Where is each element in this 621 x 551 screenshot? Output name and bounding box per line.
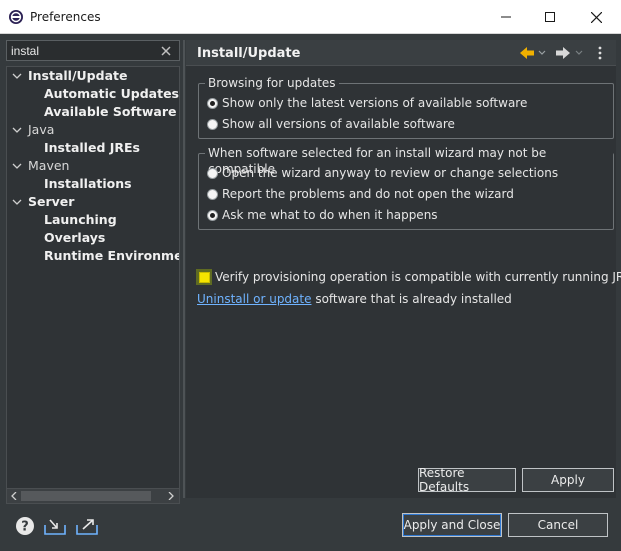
tree-item-install-update[interactable]: Install/Update <box>28 67 127 85</box>
radio-label: Show only the latest versions of availab… <box>222 96 528 110</box>
view-menu-icon <box>598 46 602 60</box>
tree-horizontal-scrollbar[interactable] <box>6 488 180 504</box>
eclipse-icon <box>9 10 23 24</box>
browsing-group: Browsing for updates Show only the lates… <box>198 75 614 139</box>
minimize-button[interactable] <box>483 0 529 34</box>
tree-item-available-software-sites[interactable]: Available Software Sites <box>44 103 179 121</box>
back-arrow-icon <box>520 47 546 59</box>
chevron-down-icon[interactable] <box>12 125 22 135</box>
radio-button[interactable] <box>207 188 218 200</box>
browsing-group-legend: Browsing for updates <box>205 75 339 91</box>
pane-divider[interactable] <box>183 40 185 498</box>
compatibility-group: When software selected for an install wi… <box>198 145 614 230</box>
close-icon <box>590 11 602 23</box>
chevron-down-icon[interactable] <box>12 197 22 207</box>
tree-item-java[interactable]: Java <box>28 121 54 139</box>
radio-label: Report the problems and do not open the … <box>222 187 514 201</box>
forward-arrow-icon <box>556 47 583 59</box>
apply-and-close-button[interactable]: Apply and Close <box>402 513 502 537</box>
tree-item-overlays[interactable]: Overlays <box>44 229 105 247</box>
minimize-icon <box>501 16 511 18</box>
checkbox-highlight <box>196 269 212 285</box>
scrollbar-thumb[interactable] <box>21 491 151 501</box>
uninstall-row: Uninstall or update software that is alr… <box>197 292 512 306</box>
chevron-down-icon[interactable] <box>12 161 22 171</box>
radio-label: Open the wizard anyway to review or chan… <box>222 166 559 180</box>
radio-report-problems[interactable]: Report the problems and do not open the … <box>207 185 514 203</box>
tree-item-automatic-updates[interactable]: Automatic Updates <box>44 85 179 103</box>
uninstall-link[interactable]: Uninstall or update <box>197 292 312 306</box>
radio-button[interactable] <box>207 97 218 109</box>
verify-provisioning-checkbox[interactable] <box>198 271 210 283</box>
dialog-client: Install/Update Automatic Updates Availab… <box>0 34 621 551</box>
maximize-button[interactable] <box>527 0 573 34</box>
radio-latest-versions[interactable]: Show only the latest versions of availab… <box>207 94 527 112</box>
tree-item-launching[interactable]: Launching <box>44 211 117 229</box>
forward-button[interactable] <box>556 44 584 62</box>
close-button[interactable] <box>573 0 619 34</box>
export-icon[interactable] <box>76 515 98 537</box>
filter-input[interactable] <box>6 40 180 61</box>
window-title: Preferences <box>30 10 101 24</box>
tree-item-server[interactable]: Server <box>28 193 74 211</box>
page-title: Install/Update <box>197 46 301 61</box>
verify-provisioning-label: Verify provisioning operation is compati… <box>215 270 621 284</box>
radio-button[interactable] <box>207 118 218 130</box>
radio-open-wizard[interactable]: Open the wizard anyway to review or chan… <box>207 164 558 182</box>
radio-label: Ask me what to do when it happens <box>222 208 438 222</box>
apply-button[interactable]: Apply <box>522 468 614 492</box>
tree-item-installations[interactable]: Installations <box>44 175 132 193</box>
maximize-icon <box>545 12 555 22</box>
scroll-left-icon[interactable] <box>8 490 20 502</box>
preference-tree: Install/Update Automatic Updates Availab… <box>6 66 180 504</box>
help-icon[interactable]: ? <box>14 515 36 537</box>
preference-page: Install/Update Browsing for updates Show… <box>186 40 621 498</box>
radio-all-versions[interactable]: Show all versions of available software <box>207 115 455 133</box>
restore-defaults-button[interactable]: Restore Defaults <box>418 466 516 494</box>
title-bar: Preferences <box>0 0 621 34</box>
uninstall-text: software that is already installed <box>311 292 512 306</box>
import-icon[interactable] <box>44 515 66 537</box>
radio-button[interactable] <box>207 167 218 179</box>
radio-label: Show all versions of available software <box>222 117 455 131</box>
radio-ask-me[interactable]: Ask me what to do when it happens <box>207 206 438 224</box>
verify-provisioning-checkbox-row[interactable]: Verify provisioning operation is compati… <box>196 268 621 286</box>
tree-item-installed-jres[interactable]: Installed JREs <box>44 139 140 157</box>
back-button[interactable] <box>520 44 546 62</box>
page-header: Install/Update <box>186 40 616 66</box>
chevron-down-icon[interactable] <box>12 71 22 81</box>
preference-navigator: Install/Update Automatic Updates Availab… <box>6 40 180 504</box>
scroll-right-icon[interactable] <box>165 490 177 502</box>
clear-icon[interactable] <box>160 45 172 57</box>
radio-button[interactable] <box>207 209 218 221</box>
svg-text:?: ? <box>21 520 29 535</box>
view-menu-button[interactable] <box>597 44 603 62</box>
cancel-button[interactable]: Cancel <box>508 513 608 537</box>
tree-item-maven[interactable]: Maven <box>28 157 69 175</box>
tree-item-runtime-environments[interactable]: Runtime Environments <box>44 247 179 265</box>
